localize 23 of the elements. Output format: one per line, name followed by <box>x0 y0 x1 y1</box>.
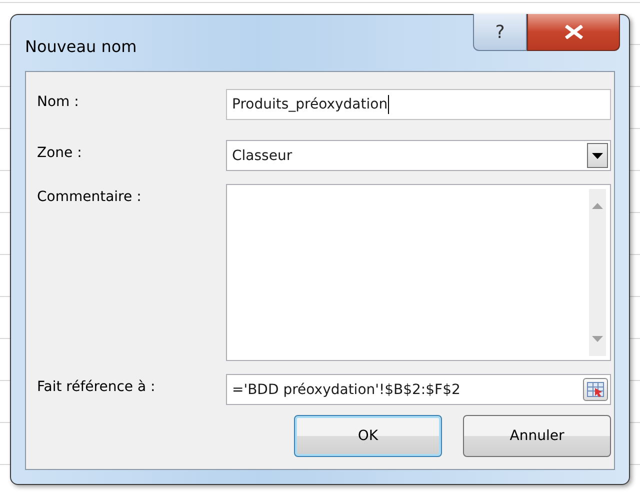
scope-dropdown[interactable]: Classeur <box>226 140 611 171</box>
scroll-down-icon[interactable] <box>592 336 603 342</box>
dialog-button[interactable]: OK <box>294 415 442 457</box>
comment-field[interactable] <box>226 184 611 361</box>
field-value: ='BDD préoxydation'!$B$2:$F$2 <box>231 382 462 398</box>
field-label: Zone : <box>37 144 83 161</box>
range-select-button[interactable] <box>583 378 608 401</box>
window-title: Nouveau nom <box>25 37 137 56</box>
scrollbar[interactable] <box>589 189 606 356</box>
reference-input[interactable]: ='BDD préoxydation'!$B$2:$F$2 <box>226 374 611 405</box>
field-label: Fait référence à : <box>37 378 156 395</box>
scroll-up-icon[interactable] <box>592 203 603 209</box>
field-value: Classeur <box>231 148 294 164</box>
field-label: Commentaire : <box>37 188 142 205</box>
field-label: Nom : <box>37 93 80 110</box>
dialog-button[interactable]: Annuler <box>463 415 611 457</box>
field-value: Produits_préoxydation <box>231 95 390 114</box>
close-button[interactable] <box>527 14 620 51</box>
name-input[interactable]: Produits_préoxydation <box>226 89 611 120</box>
dropdown-caret-icon[interactable] <box>587 143 608 168</box>
grid-arrow-icon <box>587 382 604 397</box>
close-icon <box>562 25 584 39</box>
help-button[interactable]: ? <box>473 14 527 51</box>
